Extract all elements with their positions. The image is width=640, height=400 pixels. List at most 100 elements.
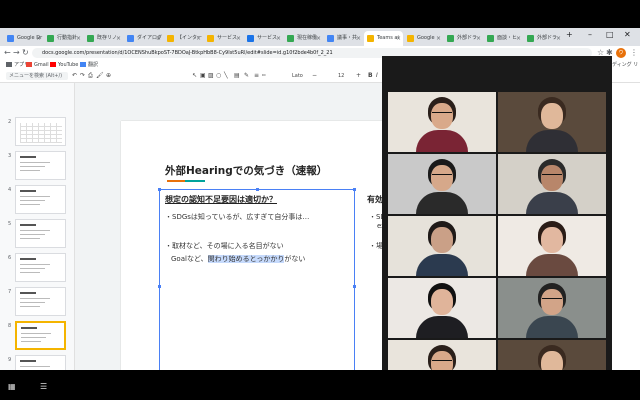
print-icon[interactable]: ⎙ xyxy=(88,71,93,81)
font-size-increase-icon[interactable]: + xyxy=(356,71,361,81)
browser-tab[interactable]: 外部ドラ × xyxy=(444,31,483,46)
participant-video[interactable] xyxy=(498,154,606,214)
tab-close-icon[interactable]: × xyxy=(156,31,161,46)
bold-icon[interactable]: B xyxy=(368,71,373,81)
participant-figure xyxy=(412,156,472,214)
font-size-decrease-icon[interactable]: − xyxy=(312,71,317,81)
italic-icon[interactable]: I xyxy=(376,71,378,81)
resize-handle-t[interactable] xyxy=(256,188,259,191)
zoom-meeting-panel: ⛶ xyxy=(382,56,612,400)
border-weight-icon[interactable]: ≡ xyxy=(254,71,259,81)
paint-format-icon[interactable]: 🖌 xyxy=(96,71,104,81)
slide-thumbnail[interactable] xyxy=(15,321,66,350)
tab-close-icon[interactable]: × xyxy=(316,31,321,46)
participant-video[interactable] xyxy=(388,154,496,214)
bookmark-gmail[interactable]: Gmail xyxy=(26,61,49,69)
question-heading: 想定の認知不足要因は適切か？ xyxy=(165,195,277,204)
participant-video[interactable] xyxy=(388,278,496,338)
tab-close-icon[interactable]: × xyxy=(436,31,441,46)
tab-favicon-icon xyxy=(87,35,94,42)
tab-close-icon[interactable]: × xyxy=(36,31,41,46)
participant-body xyxy=(416,316,468,338)
tab-close-icon[interactable]: × xyxy=(356,31,361,46)
reload-icon[interactable]: ↻ xyxy=(22,48,29,57)
back-icon[interactable]: ← xyxy=(4,48,11,57)
tab-close-icon[interactable]: × xyxy=(516,31,521,46)
slide-number: 8 xyxy=(8,323,12,329)
slide-thumbnail[interactable] xyxy=(15,117,66,146)
tab-favicon-icon xyxy=(487,35,494,42)
browser-tab[interactable]: 外部ドラ × xyxy=(524,31,563,46)
browser-tab[interactable]: 議事・共 × xyxy=(324,31,363,46)
menu-search-input[interactable]: メニューを検索 (Alt+/) xyxy=(6,72,68,80)
tab-label: 現在稼働 xyxy=(297,35,318,41)
participant-video[interactable] xyxy=(498,92,606,152)
glasses xyxy=(542,298,562,302)
participant-video[interactable] xyxy=(498,278,606,338)
participant-figure xyxy=(522,94,582,152)
slide-thumbnail[interactable] xyxy=(15,287,66,316)
browser-tab[interactable]: Google × xyxy=(404,31,443,46)
slide-canvas[interactable]: 外部Hearingでの気づき（速報） 想定の認知不足要因は適切か？ ・SDGsは… xyxy=(121,121,391,370)
list-view-icon[interactable]: ☰ xyxy=(40,382,47,391)
minimize-button[interactable]: – xyxy=(588,30,592,39)
resize-handle-tl[interactable] xyxy=(158,188,161,191)
browser-tab[interactable]: 面談・ヒ × xyxy=(484,31,523,46)
slide-thumbnail[interactable] xyxy=(15,219,66,248)
tab-close-icon[interactable]: × xyxy=(396,31,401,46)
font-family-select[interactable]: Lato xyxy=(292,71,303,81)
resize-handle-l[interactable] xyxy=(158,285,161,288)
border-dash-icon[interactable]: ┅ xyxy=(262,71,266,81)
tab-label: 外部ドラ xyxy=(457,35,478,41)
browser-tab[interactable]: 現在稼働 × xyxy=(284,31,323,46)
browser-tab[interactable]: Google Dr × xyxy=(4,31,43,46)
browser-tab[interactable]: 既存リノ × xyxy=(84,31,123,46)
tab-close-icon[interactable]: × xyxy=(476,31,481,46)
tab-close-icon[interactable]: × xyxy=(276,31,281,46)
maximize-button[interactable]: □ xyxy=(606,30,614,39)
browser-tab[interactable]: サービス × xyxy=(244,31,283,46)
tab-close-icon[interactable]: × xyxy=(76,31,81,46)
participant-body xyxy=(416,192,468,214)
slide-thumbnail[interactable] xyxy=(15,253,66,282)
slide-title[interactable]: 外部Hearingでの気づき（速報） xyxy=(165,163,327,178)
line-icon[interactable]: ╲ xyxy=(224,71,228,81)
participant-video[interactable] xyxy=(388,216,496,276)
tab-close-icon[interactable]: × xyxy=(196,31,201,46)
shape-icon[interactable]: ○ xyxy=(216,71,221,81)
select-icon[interactable]: ↖ xyxy=(192,71,197,81)
forward-icon[interactable]: → xyxy=(13,48,20,57)
participant-video[interactable] xyxy=(388,92,496,152)
tab-close-icon[interactable]: × xyxy=(116,31,121,46)
close-window-button[interactable]: ✕ xyxy=(624,30,631,39)
grid-view-icon[interactable]: ▦ xyxy=(8,382,16,391)
border-color-icon[interactable]: ✎ xyxy=(244,71,249,81)
browser-tab[interactable]: ダイアログ × xyxy=(124,31,163,46)
profile-avatar[interactable]: ウ xyxy=(616,48,626,58)
resize-handle-r[interactable] xyxy=(353,285,356,288)
participant-video[interactable] xyxy=(498,216,606,276)
redo-icon[interactable]: ↷ xyxy=(80,71,85,81)
thumb-text-line xyxy=(20,204,40,205)
undo-icon[interactable]: ↶ xyxy=(72,71,77,81)
tab-close-icon[interactable]: × xyxy=(556,31,561,46)
browser-tab[interactable]: Teams ai × xyxy=(364,31,403,46)
bookmark-translate[interactable]: 翻訳 xyxy=(80,61,98,69)
browser-menu-icon[interactable]: ⋮ xyxy=(630,48,638,57)
bookmark-youtube[interactable]: YouTube xyxy=(50,61,78,69)
font-size-field[interactable]: 12 xyxy=(338,71,344,81)
slide-thumbnail[interactable] xyxy=(15,151,66,180)
zoom-icon[interactable]: ⊕ xyxy=(106,71,111,81)
slide-thumbnail[interactable] xyxy=(15,185,66,214)
comment-icon[interactable]: ▤ xyxy=(234,71,240,81)
browser-tab[interactable]: サービス × xyxy=(204,31,243,46)
browser-tab[interactable]: 行動指針 × xyxy=(44,31,83,46)
new-tab-button[interactable]: + xyxy=(566,30,573,39)
textbox-icon[interactable]: ▣ xyxy=(200,71,206,81)
bullet-sdgs: ・SDGsは知っているが、広すぎて自分事は… xyxy=(165,213,310,221)
browser-tab[interactable]: 【インター × xyxy=(164,31,203,46)
slide-thumbnail[interactable] xyxy=(15,355,66,370)
tab-close-icon[interactable]: × xyxy=(236,31,241,46)
image-icon[interactable]: ▨ xyxy=(208,71,214,81)
resize-handle-tr[interactable] xyxy=(353,188,356,191)
